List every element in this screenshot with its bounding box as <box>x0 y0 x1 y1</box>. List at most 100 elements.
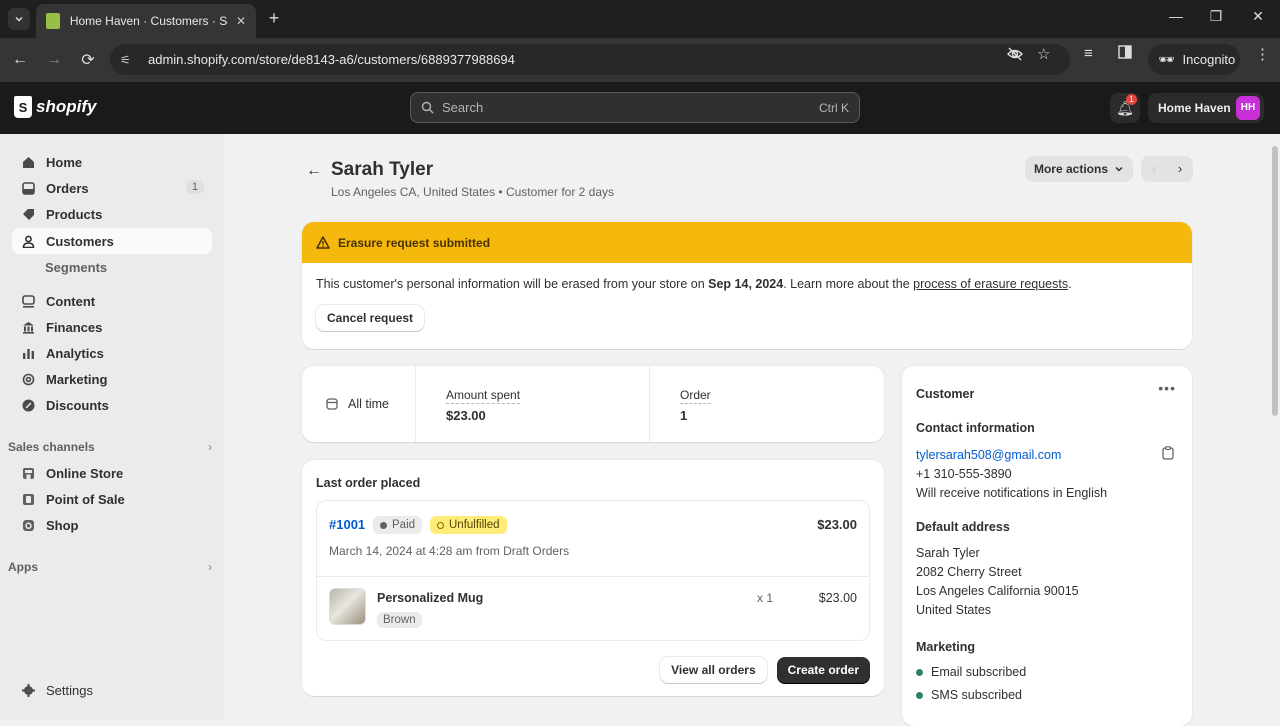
back-button[interactable]: ← <box>10 50 30 70</box>
sidebar-item-customers[interactable]: Customers <box>12 228 212 254</box>
product-name: Personalized Mug <box>377 591 484 605</box>
browser-tab[interactable]: Home Haven · Customers · Sarah Tyler ✕ <box>36 4 256 38</box>
bookmark-star-icon[interactable]: ☆ <box>1037 45 1050 63</box>
fulfillment-status-text: Unfulfilled <box>449 519 500 531</box>
eye-off-icon[interactable] <box>1006 45 1024 63</box>
sidebar-item-orders[interactable]: Orders 1 <box>12 175 212 201</box>
incognito-profile-button[interactable]: 🕶 Incognito <box>1148 44 1240 75</box>
date-range-selector[interactable]: All time <box>302 366 416 442</box>
store-menu-button[interactable]: Home Haven HH <box>1148 93 1264 123</box>
pos-icon <box>20 491 36 507</box>
notifications-button[interactable]: 🔔︎ 1 <box>1110 93 1140 123</box>
shop-icon <box>20 517 36 533</box>
erasure-process-link[interactable]: process of erasure requests <box>913 277 1068 291</box>
shopify-logo[interactable]: S shopify <box>14 96 96 118</box>
copy-clipboard-icon[interactable] <box>1162 446 1174 460</box>
tab-title: Home Haven · Customers · Sarah Tyler <box>69 14 228 28</box>
line-item: Personalized Mug Brown x 1 $23.00 <box>317 577 869 641</box>
customer-email-link[interactable]: tylersarah508@gmail.com <box>916 448 1061 462</box>
forward-button[interactable]: → <box>44 50 64 70</box>
more-options-icon[interactable]: ••• <box>1158 380 1176 396</box>
reload-button[interactable]: ⟳ <box>78 50 98 70</box>
customer-stats-card: All time Amount spent $23.00 Order 1 <box>302 366 884 442</box>
cancel-request-button[interactable]: Cancel request <box>316 305 425 331</box>
previous-record-button[interactable]: ‹ <box>1141 156 1167 182</box>
sidebar-item-discounts[interactable]: Discounts <box>12 392 212 418</box>
sidebar-item-home[interactable]: Home <box>12 149 212 175</box>
order-actions: View all orders Create order <box>660 657 870 683</box>
customer-card-title: Customer <box>916 387 975 401</box>
restore-button[interactable]: ❐ <box>1206 8 1226 25</box>
sidebar-subitem-segments[interactable]: Segments <box>45 260 107 275</box>
banner-title: Erasure request submitted <box>338 235 491 250</box>
search-placeholder: Search <box>442 100 484 115</box>
subscribed-dot-icon <box>916 691 923 699</box>
sidebar-item-label: Analytics <box>46 345 104 361</box>
more-actions-button[interactable]: More actions <box>1025 156 1133 182</box>
last-order-header: Last order placed <box>316 476 421 490</box>
sidebar-item-online-store[interactable]: Online Store <box>12 460 212 486</box>
search-input[interactable]: Search Ctrl K <box>410 92 860 123</box>
view-all-orders-button[interactable]: View all orders <box>660 657 767 683</box>
product-variant-badge: Brown <box>377 612 422 628</box>
back-arrow-icon[interactable]: ← <box>306 162 322 180</box>
contact-info-header: Contact information <box>916 421 1035 435</box>
sidebar-item-settings[interactable]: Settings <box>12 677 212 703</box>
create-order-button[interactable]: Create order <box>776 657 870 683</box>
close-window-button[interactable]: ✕ <box>1248 8 1268 25</box>
next-record-button[interactable]: › <box>1167 156 1193 182</box>
sidebar-item-shop[interactable]: Shop <box>12 512 212 538</box>
sidebar-item-analytics[interactable]: Analytics <box>12 340 212 366</box>
sidebar-item-finances[interactable]: Finances <box>12 314 212 340</box>
page-title: Sarah Tyler <box>331 159 434 180</box>
chevron-down-icon <box>15 16 23 22</box>
sidebar-nav: Home Orders 1 Products Customers Segment… <box>0 134 224 720</box>
sidebar-item-content[interactable]: Content <box>12 288 212 314</box>
store-icon <box>20 465 36 481</box>
media-queue-icon[interactable]: ≡ <box>1084 45 1093 62</box>
sidebar-item-marketing[interactable]: Marketing <box>12 366 212 392</box>
scrollbar-thumb[interactable] <box>1272 146 1278 416</box>
sidebar-item-label: Customers <box>46 233 114 249</box>
sidebar-item-products[interactable]: Products <box>12 201 212 227</box>
sidebar-item-label: Marketing <box>46 371 108 387</box>
site-info-icon[interactable]: ⚟ <box>120 53 140 67</box>
apps-label: Apps <box>8 560 38 574</box>
apps-section[interactable]: Apps › <box>8 560 212 574</box>
payment-status-badge: Paid <box>373 516 423 534</box>
admin-topbar: S shopify Search Ctrl K 🔔︎ 1 Home Haven … <box>0 82 1280 134</box>
banner-text: This customer's personal information wil… <box>316 277 709 291</box>
brand-name: shopify <box>36 97 97 116</box>
order-total: $23.00 <box>817 517 857 532</box>
erasure-date: Sep 14, 2024 <box>708 277 784 291</box>
minimize-button[interactable]: — <box>1166 8 1186 24</box>
new-tab-button[interactable]: + <box>264 8 284 29</box>
incognito-label: Incognito <box>1182 52 1236 67</box>
banner-message: This customer's personal information wil… <box>316 277 1178 291</box>
page-scrollbar[interactable] <box>1270 134 1280 720</box>
order-count-value: 1 <box>680 408 688 423</box>
sidebar-item-label: Shop <box>46 517 79 533</box>
close-tab-icon[interactable]: ✕ <box>236 14 246 28</box>
image-icon <box>20 293 36 309</box>
address-line: Los Angeles California 90015 <box>916 584 1079 598</box>
order-number-link[interactable]: #1001 <box>329 517 365 532</box>
sales-channels-section[interactable]: Sales channels › <box>8 440 212 454</box>
browser-menu-icon[interactable]: ⋮ <box>1255 45 1270 63</box>
more-actions-label: More actions <box>1033 162 1108 176</box>
sidebar-item-point-of-sale[interactable]: Point of Sale <box>12 486 212 512</box>
address-bar[interactable]: ⚟ admin.shopify.com/store/de8143-a6/cust… <box>110 44 1070 75</box>
amount-spent-label: Amount spent <box>446 388 521 404</box>
discount-icon <box>20 397 36 413</box>
page-subtitle: Los Angeles CA, United States • Customer… <box>331 185 615 199</box>
orders-count-badge: 1 <box>185 180 204 194</box>
bank-icon <box>20 319 36 335</box>
sidebar-item-label: Content <box>46 293 96 309</box>
side-panel-icon[interactable] <box>1118 45 1132 59</box>
tab-search-button[interactable] <box>8 8 30 30</box>
customer-info-card: Customer ••• Contact information tylersa… <box>902 366 1192 726</box>
amount-spent-value: $23.00 <box>446 408 486 423</box>
sidebar-item-label: Point of Sale <box>46 491 125 507</box>
url-text[interactable]: admin.shopify.com/store/de8143-a6/custom… <box>148 52 515 67</box>
home-icon <box>20 154 36 170</box>
